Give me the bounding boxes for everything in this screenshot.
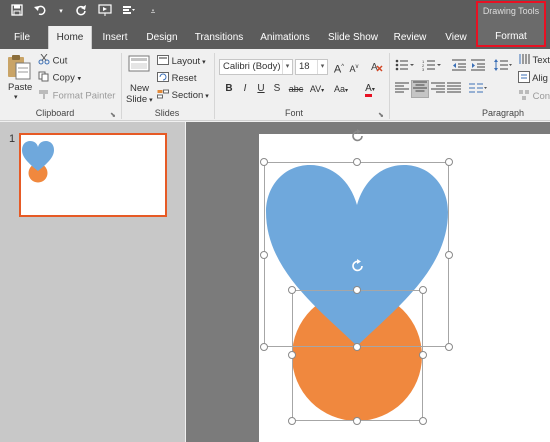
- resize-handle[interactable]: [419, 417, 427, 425]
- resize-handle[interactable]: [260, 158, 268, 166]
- resize-handle[interactable]: [353, 158, 361, 166]
- resize-handle[interactable]: [445, 343, 453, 351]
- resize-handle[interactable]: [353, 417, 361, 425]
- resize-handle[interactable]: [288, 417, 296, 425]
- resize-handle[interactable]: [260, 251, 268, 259]
- resize-handle[interactable]: [445, 158, 453, 166]
- rotate-icon[interactable]: [350, 258, 366, 274]
- resize-handle[interactable]: [419, 351, 427, 359]
- rotate-icon[interactable]: [350, 128, 366, 144]
- resize-handle[interactable]: [353, 343, 361, 351]
- resize-handle[interactable]: [260, 343, 268, 351]
- resize-handle[interactable]: [445, 251, 453, 259]
- heart-selection-box: [264, 162, 449, 347]
- resize-handle[interactable]: [288, 351, 296, 359]
